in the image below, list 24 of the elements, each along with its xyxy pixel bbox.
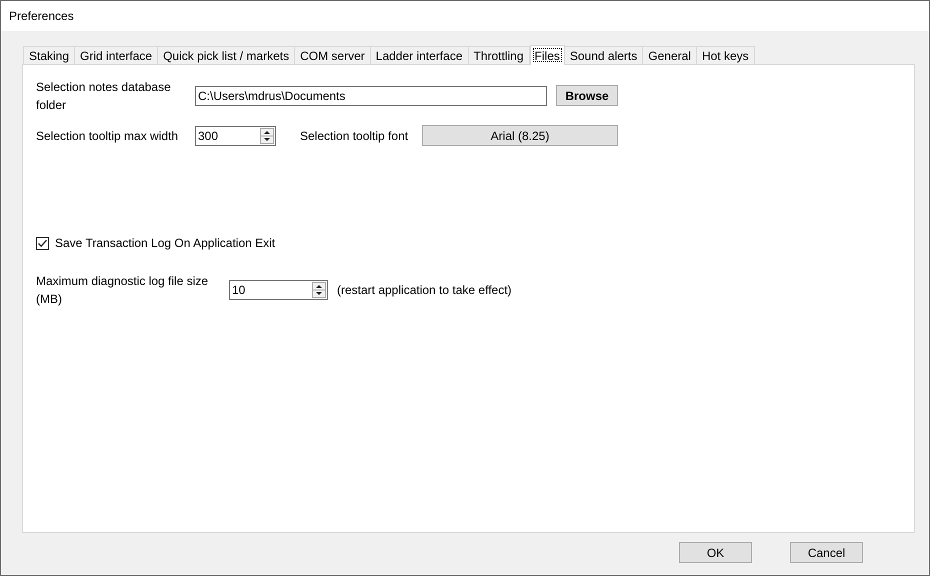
spin-arrows-icon: [312, 282, 326, 298]
field-label: Selection tooltip max width: [36, 128, 180, 144]
window-title: Preferences: [9, 8, 74, 25]
tab[interactable]: Hot keys: [696, 46, 755, 64]
field-label: Maximum diagnostic log file size (MB): [36, 272, 210, 308]
number-spinner[interactable]: 10: [229, 280, 328, 300]
spinner-value: 10: [231, 282, 246, 298]
field-label: Selection tooltip font: [300, 128, 410, 144]
tab[interactable]: Files: [530, 45, 565, 65]
folder-path-field[interactable]: C:\Users\mdrus\Documents: [195, 86, 547, 106]
spinner-value: 300: [197, 128, 220, 144]
spin-arrows-icon: [260, 128, 274, 144]
tab[interactable]: Throttling: [468, 46, 530, 64]
browse-button[interactable]: Browse: [556, 85, 618, 106]
dialog-button[interactable]: Cancel: [790, 542, 863, 563]
restart-note: (restart application to take effect): [337, 282, 512, 298]
tab[interactable]: Staking: [23, 46, 76, 64]
number-spinner[interactable]: 300: [195, 126, 276, 146]
dialog-button[interactable]: OK: [679, 542, 752, 563]
tab[interactable]: Quick pick list / markets: [157, 46, 296, 64]
font-button[interactable]: Arial (8.25): [422, 125, 618, 146]
field-label: Selection notes database folder: [36, 78, 172, 114]
checkbox[interactable]: [36, 236, 49, 250]
checkbox-label: Save Transaction Log On Application Exit: [55, 235, 276, 252]
